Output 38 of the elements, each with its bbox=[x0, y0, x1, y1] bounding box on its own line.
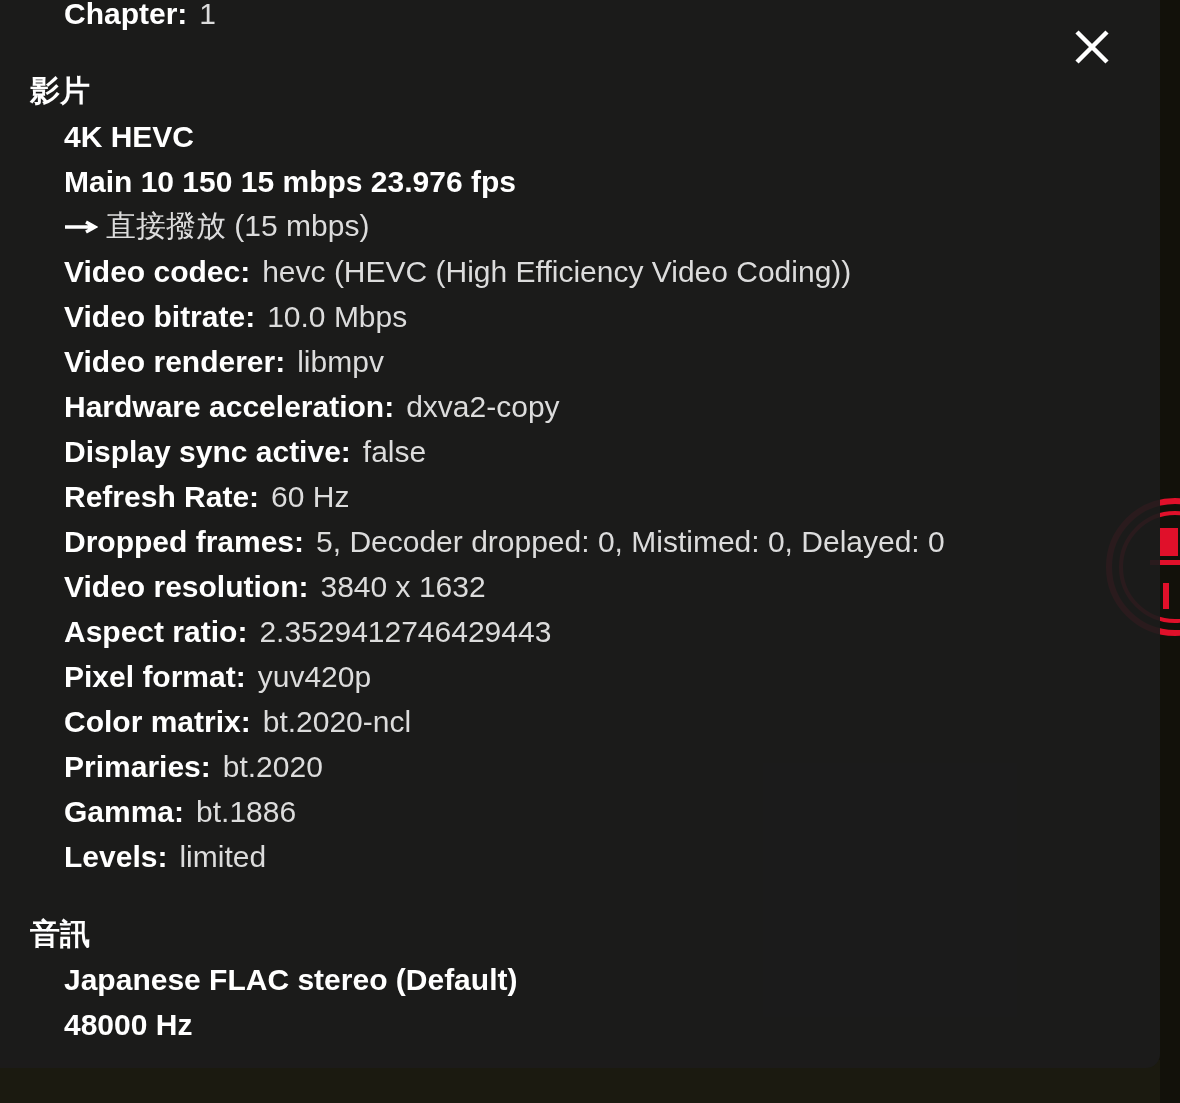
field-value: bt.2020-ncl bbox=[262, 704, 412, 739]
field-value: limited bbox=[179, 839, 267, 874]
field-label: Pixel format: bbox=[64, 659, 246, 694]
field-label: Aspect ratio: bbox=[64, 614, 248, 649]
field-label: Video renderer: bbox=[64, 344, 286, 379]
field-value: 5, Decoder dropped: 0, Mistimed: 0, Delayed: 0 bbox=[316, 524, 945, 559]
field-value: 2.3529412746429443 bbox=[259, 614, 552, 649]
field-label: Primaries: bbox=[64, 749, 211, 784]
stream-info: Japanese FLAC stereo (Default) bbox=[63, 961, 519, 998]
field-label: Video codec: bbox=[64, 254, 251, 289]
field-label: Levels: bbox=[64, 839, 168, 874]
field-value: bt.1886 bbox=[196, 794, 297, 829]
field-value: yuv420p bbox=[257, 659, 372, 694]
field-label: Dropped frames: bbox=[64, 524, 305, 559]
field-value: bt.2020 bbox=[222, 749, 323, 784]
field-label: Video resolution: bbox=[64, 569, 309, 604]
field-label: Chapter: bbox=[64, 0, 188, 31]
field-label: Gamma: bbox=[64, 794, 185, 829]
field-value: 3840 x 1632 bbox=[320, 569, 486, 604]
field-value: 10.0 Mbps bbox=[267, 299, 408, 334]
field-label: Refresh Rate: bbox=[64, 479, 260, 514]
stream-info: Main 10 150 15 mbps 23.976 fps bbox=[63, 163, 517, 200]
playback-method: 直接撥放 (15 mbps) bbox=[106, 208, 370, 244]
stream-info: 4K HEVC bbox=[63, 118, 196, 155]
field-label: Video bitrate: bbox=[64, 299, 256, 334]
field-label: Hardware acceleration: bbox=[64, 389, 395, 424]
stream-info: 48000 Hz bbox=[63, 1006, 194, 1043]
field-value: dxva2-copy bbox=[406, 389, 560, 424]
arrow-right-icon bbox=[64, 219, 98, 234]
field-value: false bbox=[362, 434, 427, 469]
field-value: hevc (HEVC (High Efficiency Video Coding)) bbox=[262, 254, 852, 289]
field-value: 60 Hz bbox=[271, 479, 350, 514]
section-heading: 音訊 bbox=[30, 916, 91, 952]
field-label: Display sync active: bbox=[64, 434, 351, 469]
field-value: libmpv bbox=[297, 344, 384, 379]
field-value: 1 bbox=[199, 0, 217, 31]
field-label: Color matrix: bbox=[64, 704, 251, 739]
section-heading: 影片 bbox=[30, 73, 91, 109]
